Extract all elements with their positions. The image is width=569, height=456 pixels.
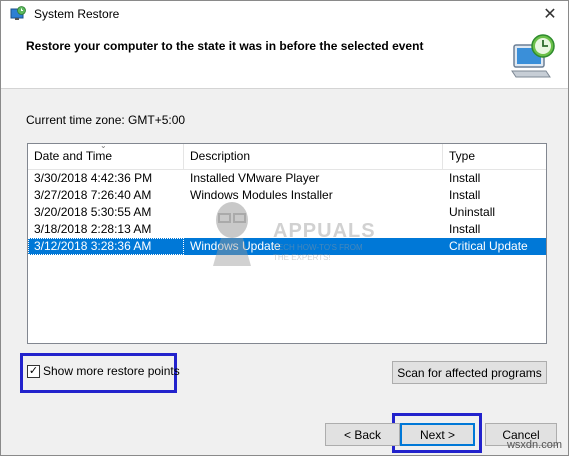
column-header-date[interactable]: ⌄ Date and Time — [28, 144, 184, 169]
cell-type: Critical Update — [449, 239, 528, 253]
list-header: ⌄ Date and Time Description Type — [28, 144, 546, 170]
restore-points-list[interactable]: ⌄ Date and Time Description Type 3/30/20… — [27, 143, 547, 344]
cell-date: 3/20/2018 5:30:55 AM — [34, 205, 152, 219]
table-row[interactable]: 3/18/2018 2:28:13 AM Install — [28, 221, 546, 238]
column-header-description[interactable]: Description — [184, 144, 443, 169]
system-restore-icon — [10, 6, 26, 20]
system-restore-icon — [511, 34, 555, 78]
table-row[interactable]: 3/20/2018 5:30:55 AM Uninstall — [28, 204, 546, 221]
close-icon: ✕ — [543, 6, 557, 23]
show-more-label: Show more restore points — [43, 364, 180, 378]
site-watermark: wsxdn.com — [506, 439, 562, 451]
system-restore-window: System Restore ✕ Restore your computer t… — [0, 0, 569, 456]
scan-affected-programs-button[interactable]: Scan for affected programs — [392, 361, 547, 384]
cell-date: 3/30/2018 4:42:36 PM — [34, 171, 153, 185]
back-button[interactable]: < Back — [325, 423, 400, 446]
cell-date: 3/27/2018 7:26:40 AM — [34, 188, 152, 202]
cell-type: Install — [449, 188, 481, 202]
cell-date: 3/12/2018 3:28:36 AM — [28, 238, 184, 255]
title-bar: System Restore ✕ — [1, 1, 568, 27]
show-more-checkbox-row[interactable]: ✓ Show more restore points — [27, 364, 180, 378]
cell-description: Windows Update — [190, 239, 281, 253]
cell-type: Uninstall — [449, 205, 496, 219]
sort-arrow-icon: ⌄ — [100, 143, 107, 150]
cell-type: Install — [449, 171, 481, 185]
table-row-selected[interactable]: 3/12/2018 3:28:36 AM Windows Update Crit… — [28, 238, 546, 255]
timezone-label: Current time zone: GMT+5:00 — [26, 113, 186, 127]
table-row[interactable]: 3/27/2018 7:26:40 AM Windows Modules Ins… — [28, 187, 546, 204]
cell-description: Installed VMware Player — [190, 171, 320, 185]
cell-type: Install — [449, 222, 481, 236]
column-header-type[interactable]: Type — [443, 144, 546, 169]
show-more-checkbox[interactable]: ✓ — [27, 364, 40, 378]
window-title: System Restore — [34, 7, 120, 21]
close-button[interactable]: ✕ — [532, 1, 568, 27]
cell-description: Windows Modules Installer — [190, 188, 333, 202]
next-button[interactable]: Next > — [400, 423, 475, 446]
cell-date: 3/18/2018 2:28:13 AM — [34, 222, 152, 236]
header-panel: Restore your computer to the state it wa… — [1, 27, 568, 89]
table-row[interactable]: 3/30/2018 4:42:36 PM Installed VMware Pl… — [28, 170, 546, 187]
page-title: Restore your computer to the state it wa… — [26, 39, 424, 53]
check-icon: ✓ — [28, 364, 39, 377]
